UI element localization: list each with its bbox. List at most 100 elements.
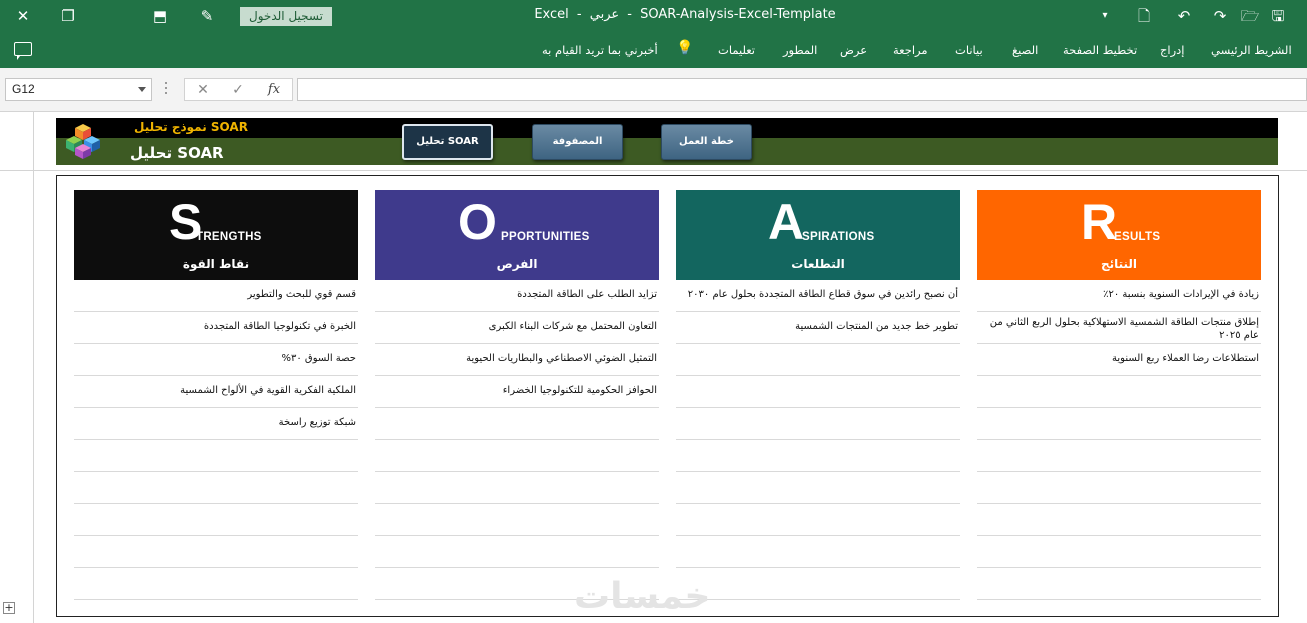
insert-function-icon[interactable]: fx [259, 80, 289, 100]
aspirations-initial: A [768, 194, 805, 250]
open-icon[interactable]: 🗁 [1240, 6, 1260, 26]
table-row[interactable] [977, 536, 1261, 568]
table-row[interactable] [375, 504, 659, 536]
table-row[interactable] [977, 376, 1261, 408]
comments-icon[interactable] [14, 42, 32, 60]
table-row[interactable] [676, 440, 960, 472]
table-row[interactable]: تطوير خط جديد من المنتجات الشمسية [676, 312, 960, 344]
table-row[interactable]: أن نصبح رائدين في سوق قطاع الطاقة المتجد… [676, 280, 960, 312]
table-row[interactable] [676, 344, 960, 376]
enter-icon[interactable]: ✓ [223, 80, 253, 100]
table-row[interactable] [74, 472, 358, 504]
banner-title: تحليل SOAR [130, 144, 224, 162]
table-row[interactable] [74, 504, 358, 536]
aspirations-column: A SPIRATIONS التطلعات أن نصبح رائدين في سوق… [676, 190, 960, 600]
tab-help[interactable]: تعليمات [718, 43, 755, 57]
watermark: خمسات [574, 576, 711, 617]
table-row[interactable]: الحوافز الحكومية للتكنولوجيا الخضراء [375, 376, 659, 408]
table-row[interactable]: قسم قوي للبحث والتطوير [74, 280, 358, 312]
table-row[interactable]: الملكية الفكرية القوية في الألواح الشمسي… [74, 376, 358, 408]
save-icon[interactable]: 🖫 [1268, 6, 1288, 26]
table-row[interactable] [676, 472, 960, 504]
table-row[interactable] [676, 376, 960, 408]
table-row[interactable] [375, 408, 659, 440]
formula-bar: G12 ✕ ✓ fx [0, 68, 1307, 112]
aspirations-title-rest: SPIRATIONS [802, 231, 875, 243]
tell-me-box[interactable]: أخبرني بما تريد القيام به [542, 43, 658, 57]
tab-review[interactable]: مراجعة [893, 43, 928, 57]
dropdown-icon[interactable]: ▾ [1095, 6, 1115, 26]
tab-insert[interactable]: إدراج [1160, 43, 1185, 57]
title-bar: ✕ ❐ ⬒ ✎ تسجيل الدخول Excel - عربي - SOAR… [0, 0, 1307, 33]
table-row[interactable]: استطلاعات رضا العملاء ربع السنوية [977, 344, 1261, 376]
cell-reference: G12 [12, 82, 35, 96]
results-column: R ESULTS النتائج زيادة في الإيرادات السنوية… [977, 190, 1261, 600]
table-row[interactable] [676, 504, 960, 536]
table-row[interactable] [977, 504, 1261, 536]
opportunities-arabic-title: الفرص [496, 257, 538, 271]
opportunities-header: O PPORTUNITIES الفرص [375, 190, 659, 280]
results-title-rest: ESULTS [1114, 231, 1161, 243]
row-gutter [0, 112, 34, 623]
table-row[interactable] [74, 440, 358, 472]
opportunities-column: O PPORTUNITIES الفرص تزايد الطلب على الطاقة… [375, 190, 659, 600]
strengths-header: S TRENGTHS نقاط القوة [74, 190, 358, 280]
drag-handle-icon[interactable] [165, 82, 169, 97]
table-row[interactable] [977, 408, 1261, 440]
name-box[interactable]: G12 [5, 78, 152, 101]
cancel-icon[interactable]: ✕ [188, 80, 218, 100]
strengths-title-rest: TRENGTHS [196, 231, 262, 243]
aspirations-header: A SPIRATIONS التطلعات [676, 190, 960, 280]
table-row[interactable]: زيادة في الإيرادات السنوية بنسبة ٢٠٪ [977, 280, 1261, 312]
table-row[interactable] [74, 536, 358, 568]
strengths-column: S TRENGTHS نقاط القوة قسم قوي للبحث والتطوي… [74, 190, 358, 600]
table-row[interactable]: التعاون المحتمل مع شركات البناء الكبرى [375, 312, 659, 344]
table-row[interactable] [676, 408, 960, 440]
tab-page-layout[interactable]: تخطيط الصفحة [1063, 43, 1137, 57]
strengths-initial: S [169, 194, 203, 250]
table-row[interactable] [375, 472, 659, 504]
results-list: زيادة في الإيرادات السنوية بنسبة ٢٠٪ إطلا… [977, 280, 1261, 600]
results-initial: R [1081, 194, 1118, 250]
chevron-down-icon[interactable] [138, 87, 146, 92]
tab-developer[interactable]: المطور [783, 43, 817, 57]
table-row[interactable] [977, 440, 1261, 472]
expand-icon[interactable]: + [3, 602, 15, 614]
aspirations-list: أن نصبح رائدين في سوق قطاع الطاقة المتجد… [676, 280, 960, 600]
opportunities-title-rest: PPORTUNITIES [501, 231, 590, 243]
lightbulb-icon: 💡 [676, 40, 694, 56]
divider [0, 170, 1307, 171]
opportunities-list: تزايد الطلب على الطاقة المتجددة التعاون ا… [375, 280, 659, 600]
tab-formulas[interactable]: الصيغ [1012, 43, 1038, 57]
table-row[interactable] [375, 440, 659, 472]
formula-input[interactable] [297, 78, 1307, 101]
table-row[interactable]: شبكة توزيع راسخة [74, 408, 358, 440]
tab-home[interactable]: الشريط الرئيسي [1211, 43, 1292, 57]
table-row[interactable] [977, 568, 1261, 600]
table-row[interactable]: الخبرة في تكنولوجيا الطاقة المتجددة [74, 312, 358, 344]
tab-data[interactable]: بيانات [955, 43, 983, 57]
table-row[interactable] [375, 536, 659, 568]
worksheet[interactable]: + نموذج تحليل SOAR تحليل SOAR تحليل SOAR… [0, 112, 1307, 623]
soar-frame: S TRENGTHS نقاط القوة قسم قوي للبحث والتطوي… [56, 175, 1279, 617]
file-icon[interactable]: 🗋 [1134, 6, 1154, 26]
table-row[interactable] [676, 568, 960, 600]
redo-icon[interactable]: ↷ [1210, 6, 1230, 26]
banner-subtitle: نموذج تحليل SOAR [134, 120, 248, 134]
table-row[interactable] [977, 472, 1261, 504]
table-row[interactable]: إطلاق منتجات الطاقة الشمسية الاستهلاكية … [977, 312, 1261, 344]
table-row[interactable]: حصة السوق ٣٠% [74, 344, 358, 376]
template-banner: نموذج تحليل SOAR تحليل SOAR تحليل SOAR ا… [56, 118, 1278, 165]
undo-icon[interactable]: ↶ [1174, 6, 1194, 26]
results-arabic-title: النتائج [1100, 257, 1138, 271]
table-row[interactable]: تزايد الطلب على الطاقة المتجددة [375, 280, 659, 312]
ribbon-tabs: أخبرني بما تريد القيام به 💡 تعليمات المط… [0, 33, 1307, 68]
table-row[interactable] [74, 568, 358, 600]
results-header: R ESULTS النتائج [977, 190, 1261, 280]
tab-view[interactable]: عرض [840, 43, 867, 57]
action-plan-button[interactable]: خطة العمل [661, 124, 752, 160]
soar-analysis-button[interactable]: تحليل SOAR [402, 124, 493, 160]
matrix-button[interactable]: المصفوفة [532, 124, 623, 160]
table-row[interactable]: التمثيل الضوئي الاصطناعي والبطاريات الحي… [375, 344, 659, 376]
table-row[interactable] [676, 536, 960, 568]
